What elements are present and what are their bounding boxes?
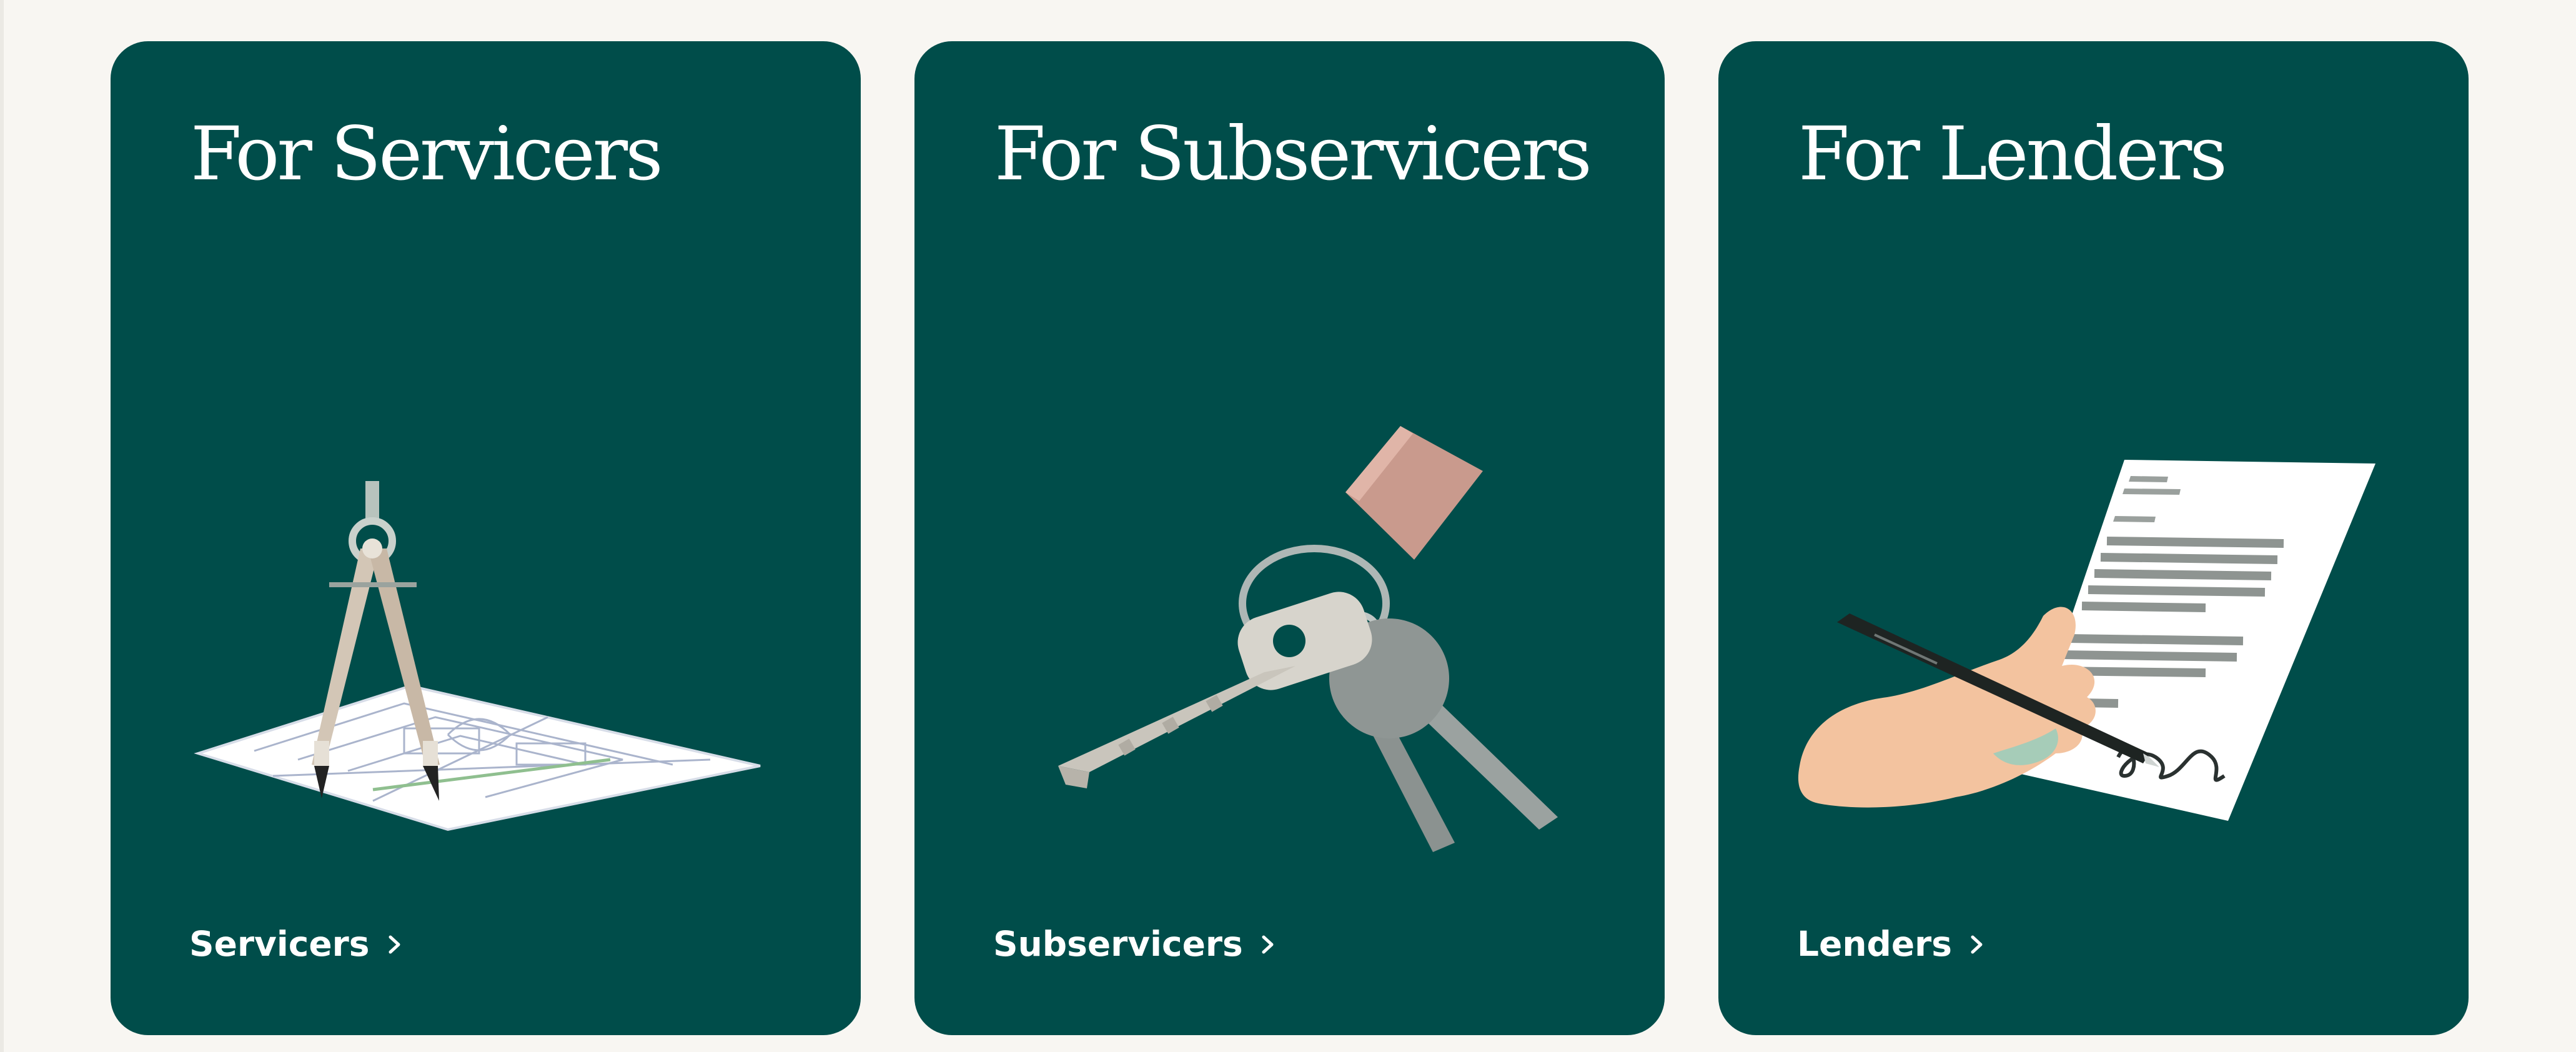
signing-document-icon [1798, 460, 2375, 821]
subservicers-link[interactable]: Subservicers [993, 927, 1277, 961]
chevron-right-icon [389, 935, 400, 953]
compass-icon [194, 481, 761, 831]
chevron-right-icon [1262, 935, 1274, 953]
page-edge [0, 0, 4, 1052]
link-label: Subservicers [993, 924, 1243, 964]
card-servicers[interactable]: For Servicers Servicers [111, 41, 861, 1035]
link-label: Servicers [189, 924, 370, 964]
card-subservicers[interactable]: For Subservicers Subservicers [914, 41, 1665, 1035]
chevron-right-icon [1971, 935, 1983, 953]
link-label: Lenders [1797, 924, 1953, 964]
lenders-link[interactable]: Lenders [1797, 927, 1986, 961]
card-lenders[interactable]: For Lenders Lenders [1718, 41, 2469, 1035]
servicers-link[interactable]: Servicers [189, 927, 404, 961]
keys-icon [1058, 426, 1558, 852]
audience-card-grid: For Servicers Servicers For Subservicers… [111, 41, 2469, 1035]
